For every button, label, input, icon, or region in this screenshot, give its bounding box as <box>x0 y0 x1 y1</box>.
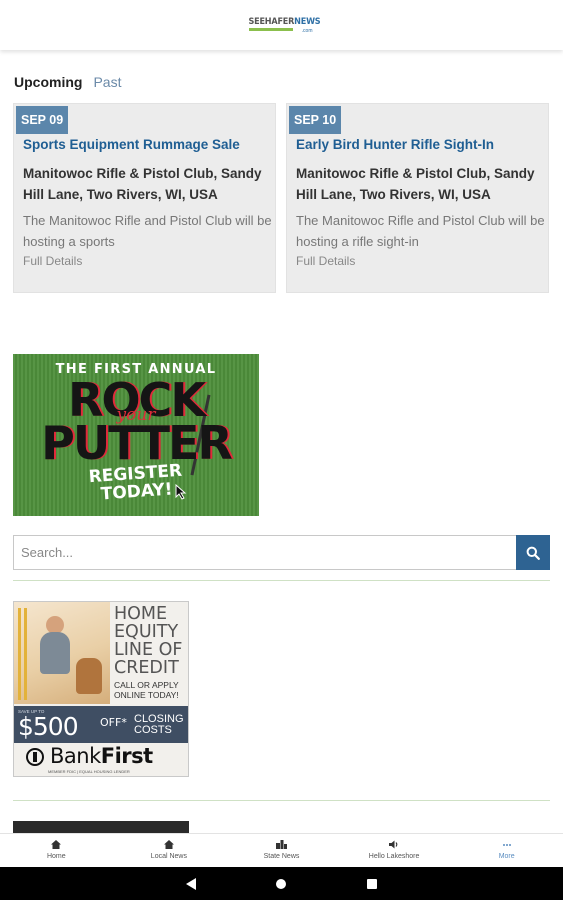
search-icon <box>526 546 540 560</box>
nav-item-state-news[interactable]: State News <box>225 834 338 867</box>
full-details-link[interactable]: Full Details <box>23 254 82 268</box>
tab-past[interactable]: Past <box>93 74 121 90</box>
ad-heading: HOME EQUITY LINE OF CREDIT <box>114 605 182 677</box>
nav-item-hello-lakeshore[interactable]: Hello Lakeshore <box>338 834 451 867</box>
nav-label: Hello Lakeshore <box>368 853 420 860</box>
ad-offer-off: OFF* <box>100 716 127 729</box>
home-circle-icon[interactable] <box>276 879 286 889</box>
ad-heading-line: EQUITY <box>114 622 179 642</box>
bank-first-ad[interactable]: HOME EQUITY LINE OF CREDIT CALL OR APPLY… <box>13 601 189 777</box>
brand-plain: Bank <box>50 744 101 768</box>
ad-heading-line: CREDIT <box>114 658 179 678</box>
search-input[interactable] <box>13 535 516 570</box>
logo-domain-text: .com <box>301 28 313 34</box>
ad-closing-costs: CLOSING COSTS <box>134 714 186 736</box>
seehafer-news-logo[interactable]: SEEHAFERNEWS .com <box>248 14 321 36</box>
ad-offer-amount: $500 <box>18 712 79 741</box>
nav-item-local-news[interactable]: Local News <box>113 834 226 867</box>
more-dots-icon <box>502 843 511 846</box>
system-navigation-bar <box>0 867 563 900</box>
ad-closing-line: COSTS <box>134 724 172 736</box>
event-date-badge: SEP 10 <box>289 106 342 134</box>
app-header: SEEHAFERNEWS .com <box>0 0 563 50</box>
tab-upcoming[interactable]: Upcoming <box>14 74 82 90</box>
event-location: Manitowoc Rifle & Pistol Club, Sandy Hil… <box>23 166 262 202</box>
speaker-icon <box>389 840 398 849</box>
event-description: The Manitowoc Rifle and Pistol Club will… <box>296 213 545 249</box>
bank-first-brand: BankFirst <box>50 744 153 768</box>
event-description: The Manitowoc Rifle and Pistol Club will… <box>23 213 272 249</box>
nav-item-more[interactable]: More <box>450 834 563 867</box>
ad-heading-line: LINE OF <box>114 640 183 660</box>
logo-main-text: SEEHAFER <box>248 17 295 27</box>
section-divider <box>13 800 550 801</box>
logo-accent-text: NEWS <box>294 17 321 27</box>
ad-cta-line: ONLINE TODAY! <box>114 690 179 700</box>
ad-cta-line: CALL OR APPLY <box>114 680 179 690</box>
nav-label: Home <box>46 853 66 860</box>
event-title[interactable]: Sports Equipment Rummage Sale <box>23 137 240 152</box>
bottom-navigation: Home Local News State News Hello Lakesho… <box>0 833 563 867</box>
brand-bold: First <box>100 744 153 768</box>
buildings-icon <box>275 840 287 849</box>
search-button[interactable] <box>516 535 550 570</box>
event-card[interactable]: SEP 10 Early Bird Hunter Rifle Sight-In … <box>286 103 549 293</box>
nav-label: More <box>498 853 515 860</box>
dog-graphic <box>76 658 102 694</box>
cursor-arrow-icon <box>175 484 187 500</box>
event-tabs: Upcoming Past <box>14 74 121 90</box>
event-date-badge: SEP 09 <box>16 106 69 134</box>
full-details-link[interactable]: Full Details <box>296 254 355 268</box>
ad-fine-print: MEMBER FDIC | EQUAL HOUSING LENDER <box>48 769 130 774</box>
nav-label: Local News <box>150 853 187 860</box>
back-icon[interactable] <box>186 878 196 890</box>
bank-first-logo-icon <box>26 748 44 766</box>
event-card[interactable]: SEP 09 Sports Equipment Rummage Sale Man… <box>13 103 276 293</box>
rock-your-putter-ad[interactable]: THE FIRST ANNUAL ROCK your PUTTER REGIST… <box>13 354 259 516</box>
event-location: Manitowoc Rifle & Pistol Club, Sandy Hil… <box>296 166 535 202</box>
nav-label: State News <box>263 853 300 860</box>
ad-cta-text: CALL OR APPLY ONLINE TODAY! <box>114 680 179 700</box>
ad-heading-line: HOME <box>114 604 168 624</box>
ladder-graphic <box>18 608 27 700</box>
home-icon <box>51 840 62 849</box>
search-bar <box>13 535 550 570</box>
ad-photo-man-with-dog <box>14 602 110 704</box>
recent-apps-icon[interactable] <box>367 879 377 889</box>
logo-underline <box>248 28 293 31</box>
event-title[interactable]: Early Bird Hunter Rifle Sight-In <box>296 137 494 152</box>
nav-item-home[interactable]: Home <box>0 834 113 867</box>
section-divider <box>13 580 550 581</box>
home-icon <box>163 840 174 849</box>
man-body-graphic <box>40 632 70 674</box>
